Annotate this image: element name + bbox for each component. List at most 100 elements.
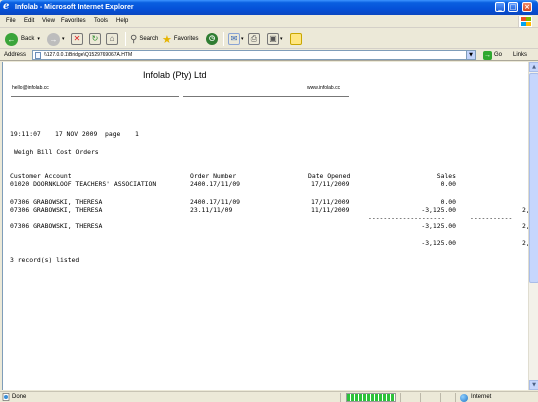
scrollbar-thumb[interactable] — [529, 73, 538, 283]
table-row-account: 01020 DOORNKLOOF TEACHERS' ASSOCIATION — [10, 180, 157, 188]
table-row-account: 07306 GRABOWSKI, THERESA — [10, 206, 103, 214]
progress-bar — [346, 393, 396, 402]
favorites-label: Favorites — [173, 36, 199, 42]
home-icon: ⌂ — [106, 33, 118, 45]
forward-button[interactable]: → ▾ — [47, 32, 65, 46]
edit-button[interactable]: ▣ ▾ — [267, 32, 283, 46]
refresh-icon: ↻ — [89, 33, 101, 45]
table-row-order: 2400.17/11/09 — [190, 180, 241, 188]
chevron-down-icon: ▾ — [280, 36, 283, 42]
menu-edit[interactable]: Edit — [24, 17, 34, 26]
column-header-date: Date Opened — [308, 172, 351, 180]
page-label: page — [105, 130, 121, 138]
search-icon: ⚲ — [130, 33, 138, 45]
company-name: Infolab (Pty) Ltd — [143, 70, 207, 80]
records-count: 3 record(s) listed — [10, 256, 80, 264]
zone-label: Internet — [471, 394, 492, 400]
table-row-date: 17/11/2009 — [311, 180, 350, 188]
report-time: 19:11:07 — [10, 130, 41, 138]
grand-total-sales: -3,125.00 — [421, 239, 456, 247]
address-bar: Address \\127.0.0.1\Bridge\Q1529769067A.… — [0, 49, 538, 61]
back-button[interactable]: ← Back ▾ — [5, 32, 40, 46]
table-row-date: 17/11/2009 — [311, 198, 350, 206]
header-divider-right — [183, 96, 349, 97]
header-divider-left — [11, 96, 179, 97]
mail-icon: ✉ — [228, 33, 240, 45]
go-button[interactable]: → Go — [483, 50, 502, 60]
status-bar: Done Internet — [0, 391, 538, 402]
table-row-sales: -3,125.00 — [421, 206, 456, 214]
messenger-button[interactable] — [290, 32, 302, 46]
close-button[interactable]: × — [522, 2, 532, 12]
chevron-down-icon: ▾ — [241, 36, 244, 42]
history-button[interactable]: ◷ — [206, 32, 218, 46]
table-row-sales: 0.00 — [440, 198, 456, 206]
chevron-down-icon: ▾ — [62, 36, 65, 42]
company-email: hello@infolab.cc — [12, 85, 49, 91]
page-icon — [35, 52, 41, 59]
address-value: \\127.0.0.1\Bridge\Q1529769067A.HTM — [44, 52, 133, 58]
subtotal-sales: -3,125.00 — [421, 222, 456, 230]
table-row-sales: 0.00 — [440, 180, 456, 188]
print-button[interactable]: ⎙ — [248, 32, 260, 46]
menu-tools[interactable]: Tools — [94, 17, 108, 26]
subtotal-rule: -------------------- — [368, 214, 445, 222]
column-header-customer: Customer Account — [10, 172, 72, 180]
stop-button[interactable]: ✕ — [71, 32, 83, 46]
menu-favorites[interactable]: Favorites — [61, 17, 86, 26]
progress-fill — [347, 394, 395, 401]
search-button[interactable]: ⚲ Search — [130, 32, 158, 46]
vertical-scrollbar[interactable]: ▲ ▼ — [528, 62, 538, 390]
chevron-down-icon[interactable]: ▼ — [466, 51, 475, 59]
search-label: Search — [139, 36, 159, 42]
go-arrow-icon: → — [483, 50, 492, 60]
table-row-account: 07306 GRABOWSKI, THERESA — [10, 198, 103, 206]
title-bar: e Infolab - Microsoft Internet Explorer … — [0, 0, 538, 15]
address-label: Address — [4, 52, 27, 58]
forward-arrow-icon: → — [47, 32, 60, 46]
star-icon: ★ — [162, 33, 172, 46]
table-row-date: 11/11/2009 — [311, 206, 350, 214]
table-row-order: 2400.17/11/09 — [190, 198, 241, 206]
scroll-down-arrow-icon[interactable]: ▼ — [529, 380, 538, 390]
chevron-down-icon: ▾ — [37, 36, 40, 42]
windows-logo-icon — [518, 16, 532, 27]
menu-help[interactable]: Help — [116, 17, 128, 26]
menu-file[interactable]: File — [6, 17, 16, 26]
internet-globe-icon — [460, 393, 468, 402]
links-button[interactable]: Links — [513, 51, 527, 59]
stop-icon: ✕ — [71, 33, 83, 45]
page-content: Infolab (Pty) Ltd hello@infolab.cc www.i… — [2, 62, 528, 390]
go-label: Go — [494, 52, 503, 58]
ie-icon: e — [3, 1, 10, 12]
favorites-button[interactable]: ★ Favorites — [162, 32, 199, 46]
page-done-icon — [2, 393, 10, 401]
back-arrow-icon: ← — [5, 32, 18, 46]
home-button[interactable]: ⌂ — [106, 32, 118, 46]
mail-button[interactable]: ✉ ▾ — [228, 32, 244, 46]
report-title: Weigh Bill Cost Orders — [14, 148, 99, 156]
history-icon: ◷ — [206, 33, 218, 45]
toolbar: ← Back ▾ → ▾ ✕ ↻ ⌂ ⚲ Search ★ Favorites … — [0, 29, 538, 49]
menu-view[interactable]: View — [42, 17, 55, 26]
edit-page-icon: ▣ — [267, 33, 279, 45]
page-number: 1 — [135, 130, 139, 138]
note-icon — [290, 33, 302, 45]
maximize-button[interactable]: □ — [508, 2, 518, 12]
window-title: Infolab - Microsoft Internet Explorer — [15, 4, 134, 11]
security-zone: Internet — [460, 393, 491, 402]
report-date: 17 NOV 2009 — [55, 130, 98, 138]
address-input[interactable]: \\127.0.0.1\Bridge\Q1529769067A.HTM ▼ — [32, 50, 476, 60]
status-text: Done — [12, 394, 27, 400]
subtotal-rule-extra: ----------- — [470, 214, 513, 222]
company-website: www.infolab.cc — [307, 85, 341, 91]
scroll-up-arrow-icon[interactable]: ▲ — [529, 62, 538, 72]
back-label: Back — [21, 36, 35, 42]
table-row-order: 23.11/11/09 — [190, 206, 233, 214]
subtotal-account: 07306 GRABOWSKI, THERESA — [10, 222, 103, 230]
column-header-order: Order Number — [190, 172, 237, 180]
minimize-button[interactable]: _ — [495, 2, 505, 12]
refresh-button[interactable]: ↻ — [89, 32, 101, 46]
column-header-sales: Sales — [436, 172, 456, 180]
menu-bar: File Edit View Favorites Tools Help — [0, 15, 538, 28]
